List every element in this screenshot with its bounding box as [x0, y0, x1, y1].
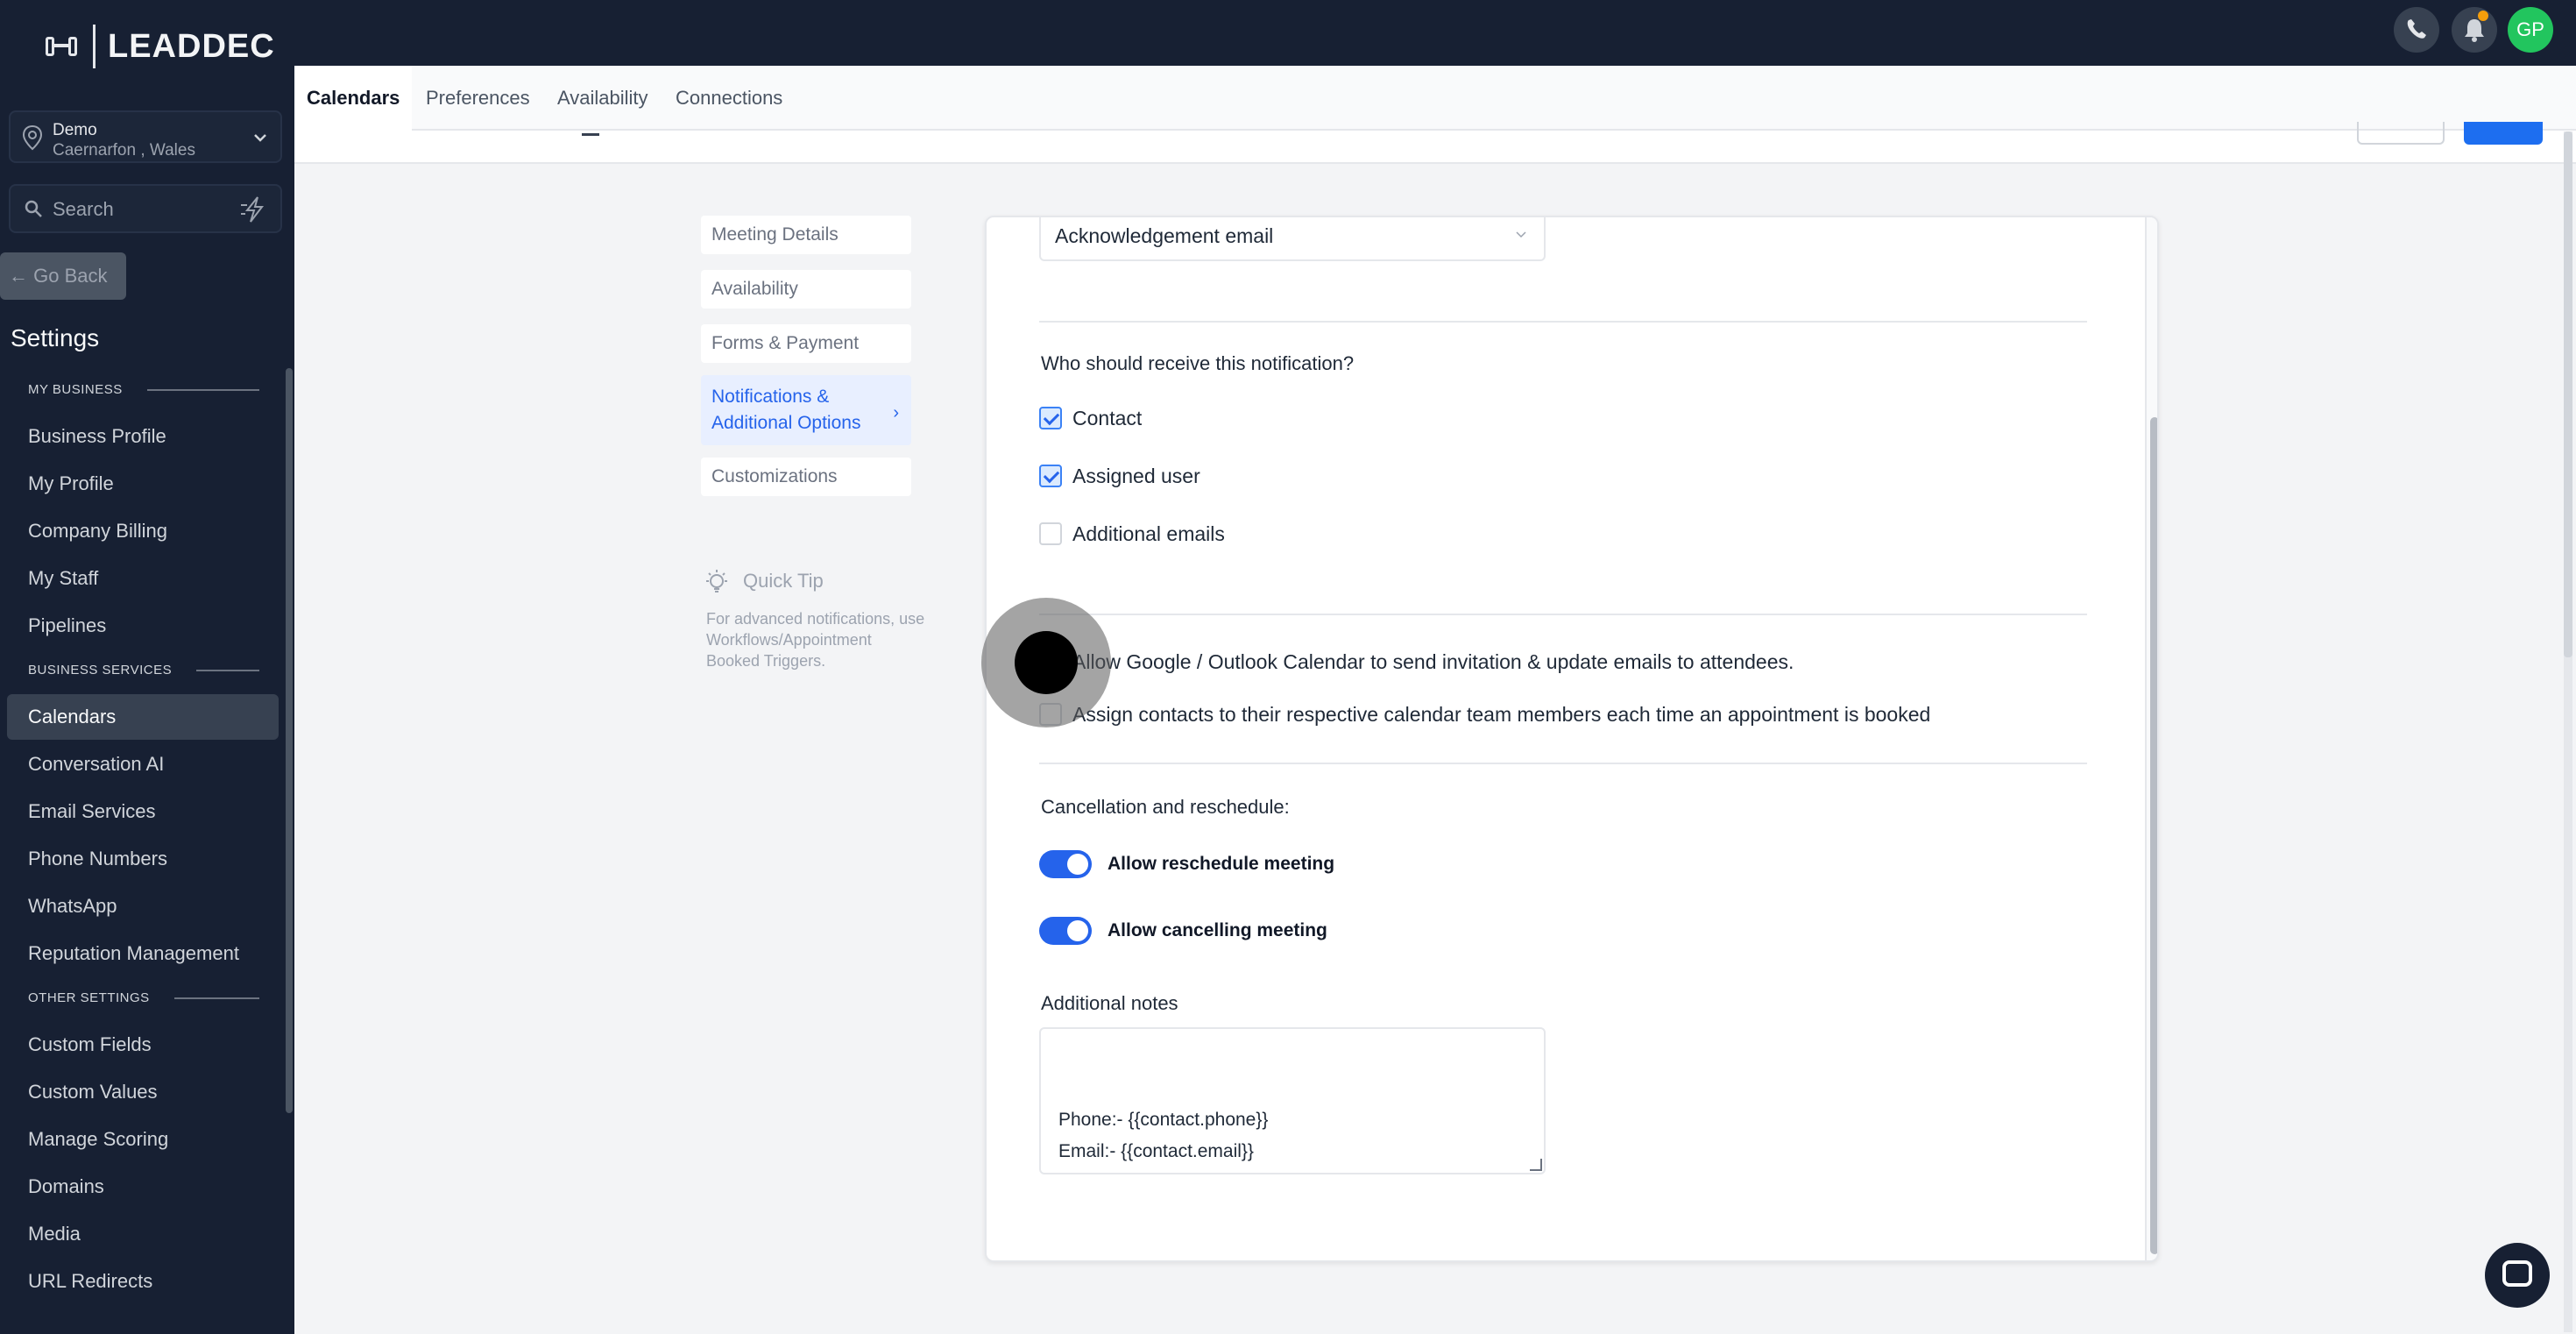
tab-connections[interactable]: Connections — [676, 66, 782, 131]
subnav-customizations[interactable]: Customizations — [701, 458, 911, 496]
quick-tip-text: For advanced notifications, use Workflow… — [706, 610, 925, 670]
chevron-down-icon — [1516, 231, 1526, 238]
search-placeholder: Search — [53, 198, 114, 220]
top-bar: GP — [294, 0, 2576, 66]
cancel-toggle[interactable] — [1039, 917, 1092, 945]
cancellation-title: Cancellation and reschedule: — [1041, 796, 1290, 818]
resize-handle[interactable] — [1530, 1159, 1542, 1171]
location-pin-icon — [22, 124, 43, 151]
section-my-business: MY BUSINESS — [28, 382, 259, 397]
sidebar-item-custom-fields[interactable]: Custom Fields — [28, 1027, 152, 1062]
reschedule-toggle[interactable] — [1039, 850, 1092, 878]
subnav-meeting-details[interactable]: Meeting Details — [701, 216, 911, 254]
subnav-notifications[interactable]: Notifications & Additional Options › — [701, 375, 911, 445]
assigned-user-checkbox[interactable] — [1039, 465, 1062, 487]
additional-notes-textarea[interactable]: Phone:- {{contact.phone}} Email:- {{cont… — [1039, 1027, 1546, 1174]
reschedule-label: Allow reschedule meeting — [1108, 854, 1335, 874]
notes-title: Additional notes — [1041, 992, 1178, 1014]
notifications-button[interactable] — [2452, 7, 2497, 53]
sidebar-item-url-redirects[interactable]: URL Redirects — [28, 1264, 152, 1299]
quick-tip-title: Quick Tip — [743, 570, 824, 592]
additional-emails-checkbox[interactable] — [1039, 522, 1062, 545]
chevron-down-icon — [254, 134, 266, 142]
cancel-button[interactable] — [2357, 122, 2445, 145]
divider — [1039, 321, 2087, 323]
contact-checkbox[interactable] — [1039, 407, 1062, 429]
sidebar-item-domains[interactable]: Domains — [28, 1169, 104, 1204]
tab-calendars[interactable]: Calendars — [294, 66, 413, 131]
divider — [1039, 763, 2087, 764]
assign-contacts-label: Assign contacts to their respective cale… — [1072, 703, 1931, 726]
sidebar-item-pipelines[interactable]: Pipelines — [28, 608, 106, 643]
divider — [1039, 614, 2087, 615]
avatar[interactable]: GP — [2508, 7, 2553, 53]
sidebar-item-reputation-management[interactable]: Reputation Management — [28, 936, 239, 971]
notification-settings-card: Acknowledgement email Who should receive… — [985, 216, 2159, 1262]
sidebar-item-my-staff[interactable]: My Staff — [28, 561, 98, 596]
phone-icon — [2407, 19, 2426, 39]
chat-widget-button[interactable] — [2485, 1243, 2550, 1308]
tab-availability[interactable]: Availability — [557, 66, 648, 131]
location-sub: Caernarfon , Wales — [53, 141, 195, 160]
chevron-right-icon: › — [893, 403, 899, 422]
cursor-dot — [1015, 631, 1078, 694]
subnav-availability[interactable]: Availability — [701, 270, 911, 309]
brand-logo[interactable]: LEADDEC — [46, 25, 275, 68]
main-scrollbar[interactable] — [2564, 131, 2572, 1332]
phone-button[interactable] — [2394, 7, 2439, 53]
dumbbell-icon — [46, 33, 81, 60]
lightbulb-icon — [706, 570, 727, 592]
contact-label: Contact — [1072, 407, 1143, 429]
sidebar-item-my-profile[interactable]: My Profile — [28, 466, 114, 501]
search-icon — [25, 200, 42, 217]
bell-icon — [2465, 19, 2484, 42]
sidebar-item-email-services[interactable]: Email Services — [28, 794, 155, 829]
notes-text: Phone:- {{contact.phone}} Email:- {{cont… — [1058, 1110, 1269, 1161]
subnav-notifications-line1: Notifications & — [711, 387, 830, 407]
sidebar-item-manage-scoring[interactable]: Manage Scoring — [28, 1122, 168, 1157]
sidebar: LEADDEC Demo Caernarfon , Wales Search ←… — [0, 0, 294, 1334]
location-switcher[interactable]: Demo Caernarfon , Wales — [9, 110, 282, 163]
brand-name: LEADDEC — [108, 27, 275, 65]
section-other-settings: OTHER SETTINGS — [28, 990, 259, 1005]
sidebar-scrollbar[interactable] — [286, 368, 293, 1113]
additional-emails-label: Additional emails — [1072, 522, 1225, 545]
email-template-value: Acknowledgement email — [1055, 224, 1274, 247]
sidebar-item-conversation-ai[interactable]: Conversation AI — [28, 747, 164, 782]
tabs-bar: Calendars Preferences Availability Conne… — [294, 66, 2576, 131]
assigned-user-label: Assigned user — [1072, 465, 1200, 487]
sidebar-item-company-billing[interactable]: Company Billing — [28, 514, 167, 549]
recipients-question: Who should receive this notification? — [1041, 352, 1355, 374]
subnav-forms-payment[interactable]: Forms & Payment — [701, 324, 911, 363]
email-template-select[interactable]: Acknowledgement email — [1039, 217, 1546, 261]
notification-dot — [2478, 11, 2488, 21]
sidebar-item-custom-values[interactable]: Custom Values — [28, 1075, 158, 1110]
settings-title: Settings — [11, 324, 100, 351]
lightning-icon[interactable] — [238, 195, 270, 224]
sidebar-item-calendars[interactable]: Calendars — [7, 694, 279, 740]
chat-icon — [2502, 1260, 2532, 1287]
sidebar-item-whatsapp[interactable]: WhatsApp — [28, 889, 117, 924]
go-back-button[interactable]: ← Go Back — [0, 252, 126, 300]
sidebar-item-business-profile[interactable]: Business Profile — [28, 419, 166, 454]
card-scrollbar[interactable] — [2145, 217, 2157, 1260]
tab-preferences[interactable]: Preferences — [426, 66, 530, 131]
sidebar-item-phone-numbers[interactable]: Phone Numbers — [28, 841, 167, 876]
location-name: Demo — [53, 121, 97, 139]
calendar-invite-label: Allow Google / Outlook Calendar to send … — [1072, 650, 1794, 673]
section-business-services: BUSINESS SERVICES — [28, 663, 259, 678]
page-header-strip — [294, 122, 2576, 164]
sidebar-item-media[interactable]: Media — [28, 1217, 81, 1252]
save-button[interactable] — [2464, 122, 2543, 145]
cancel-label: Allow cancelling meeting — [1108, 920, 1327, 940]
subnav-notifications-line2: Additional Options — [711, 413, 861, 433]
search-input[interactable]: Search — [9, 184, 282, 233]
